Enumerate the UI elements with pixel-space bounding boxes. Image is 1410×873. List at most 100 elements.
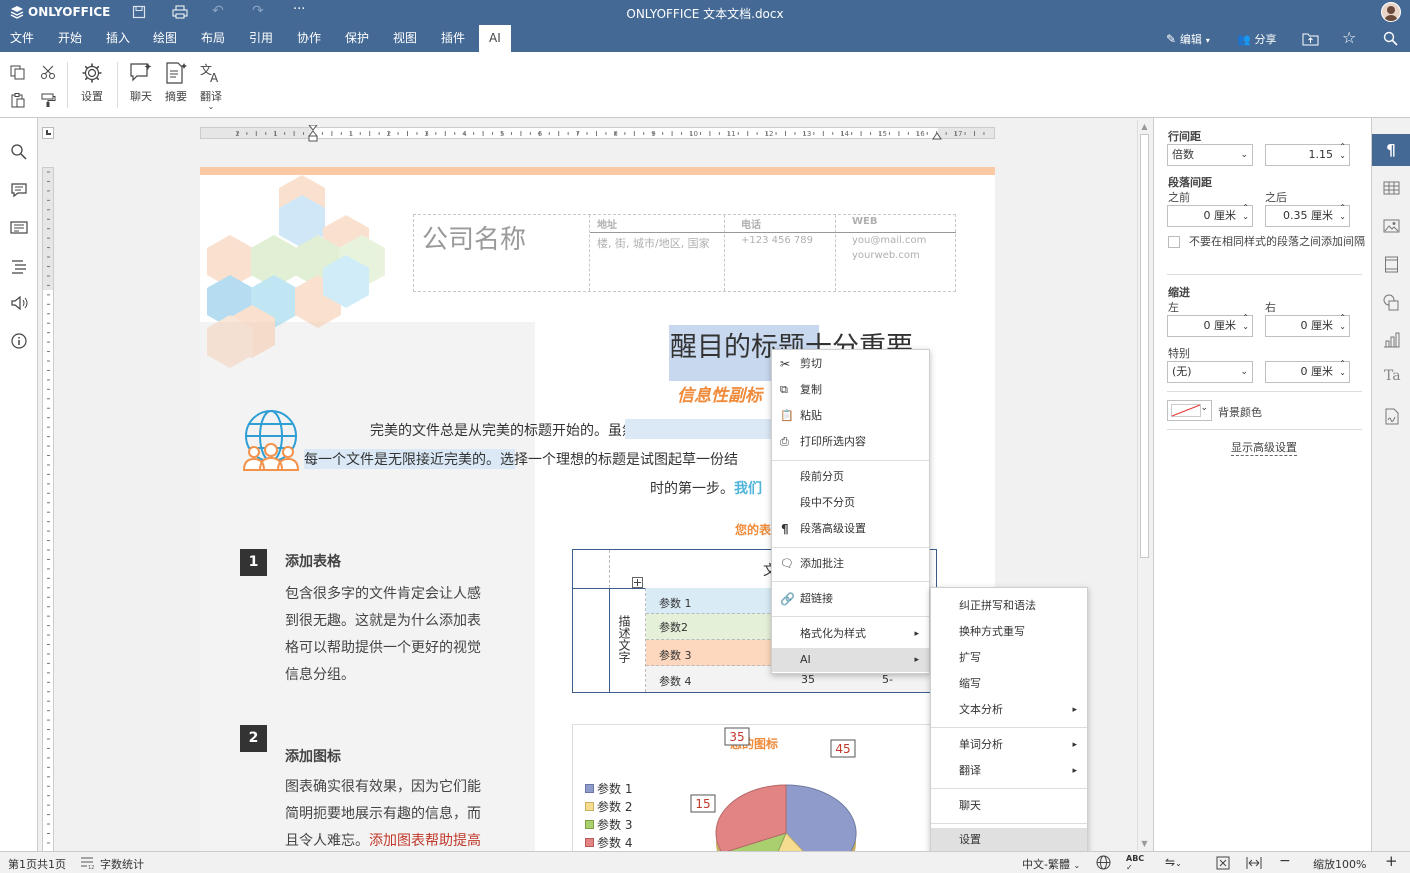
table-settings-icon[interactable]: [1383, 181, 1400, 196]
background-color-picker[interactable]: ⌄: [1167, 400, 1212, 421]
search-icon[interactable]: [1383, 31, 1398, 46]
ai-item-word-analysis[interactable]: 单词分析 ▸: [931, 733, 1087, 757]
chat-icon[interactable]: [9, 218, 29, 238]
ai-item-translate[interactable]: 翻译 ▸: [931, 759, 1087, 783]
summary-button[interactable]: 摘要: [161, 62, 191, 104]
ai-item-settings[interactable]: 设置: [931, 828, 1087, 852]
tab-layout[interactable]: 布局: [195, 25, 231, 52]
tab-stop-selector[interactable]: [42, 127, 54, 139]
indent-marker-icon[interactable]: [308, 125, 318, 142]
tab-plugins[interactable]: 插件: [435, 25, 471, 52]
settings-button[interactable]: 设置: [77, 62, 107, 104]
track-changes-icon[interactable]: ⇋⌄: [1165, 855, 1182, 869]
pie-slice[interactable]: [785, 784, 857, 851]
tab-collaborate[interactable]: 协作: [291, 25, 327, 52]
menu-item-paste[interactable]: 📋 粘贴: [772, 404, 929, 428]
section1-heading[interactable]: 添加表格: [285, 551, 341, 571]
tab-insert[interactable]: 插入: [100, 25, 136, 52]
language-select[interactable]: 中文-繁體 ⌄: [1022, 856, 1080, 872]
info-icon[interactable]: [9, 331, 29, 351]
vertical-ruler[interactable]: [42, 167, 54, 852]
paste-icon[interactable]: [10, 93, 26, 108]
line-spacing-value-input[interactable]: 1.15 ⌃ ⌄: [1265, 142, 1350, 166]
navigation-icon[interactable]: [9, 256, 29, 276]
menu-item-hyperlink[interactable]: 🔗 超链接: [772, 587, 929, 611]
tab-view[interactable]: 视图: [387, 25, 423, 52]
special-indent-input[interactable]: 0 厘米 ⌃ ⌄: [1265, 359, 1350, 383]
menu-item-format-as-style[interactable]: 格式化为样式 ▸: [772, 622, 929, 646]
ai-item-text-analysis[interactable]: 文本分析 ▸: [931, 698, 1087, 722]
ai-item-shorten[interactable]: 缩写: [931, 672, 1087, 696]
zoom-out-icon[interactable]: −: [1279, 853, 1291, 869]
special-indent-select[interactable]: (无) ⌄: [1167, 361, 1253, 383]
spinner-icon: ⌃ ⌄: [1242, 313, 1249, 331]
header-footer-settings-icon[interactable]: [1384, 256, 1399, 273]
ai-item-fix-spelling[interactable]: 纠正拼写和语法: [931, 594, 1087, 618]
menu-item-print-selection[interactable]: ⎙ 打印所选内容: [772, 430, 929, 454]
submenu-arrow-icon: ▸: [1072, 740, 1077, 750]
chart-settings-icon[interactable]: [1383, 332, 1400, 348]
cut-icon[interactable]: [40, 65, 56, 80]
horizontal-ruler[interactable]: 2 1 1 2 3 4 5 6 7 8 9 10 11 12 13 14 15 16 17: [200, 125, 995, 142]
menu-item-paragraph-advanced[interactable]: ¶ 段落高级设置: [772, 517, 929, 541]
document-subtitle[interactable]: 信息性副标: [677, 381, 762, 406]
share-button[interactable]: 👥 分享: [1237, 31, 1277, 47]
spell-check-icon[interactable]: ABC ✓: [1126, 854, 1144, 872]
page-count[interactable]: 第1页共1页: [8, 856, 66, 872]
no-space-same-style-checkbox[interactable]: [1168, 236, 1180, 248]
menu-item-cut[interactable]: ✂ 剪切: [772, 352, 929, 376]
menu-item-keep-lines-together[interactable]: 段中不分页: [772, 491, 929, 515]
edit-mode-button[interactable]: ✎ 编辑 ▾: [1166, 31, 1210, 47]
intro-paragraph-line3[interactable]: 时的第一步。我们: [650, 478, 762, 498]
spacing-after-input[interactable]: 0.35 厘米 ⌃ ⌄: [1265, 203, 1350, 227]
ai-item-expand[interactable]: 扩写: [931, 646, 1087, 670]
ai-item-rewrite[interactable]: 换种方式重写: [931, 620, 1087, 644]
speaker-icon[interactable]: [9, 293, 29, 313]
line-spacing-mode-select[interactable]: 倍数 ⌄: [1167, 144, 1253, 166]
text-art-settings-icon[interactable]: Ta: [1384, 368, 1401, 384]
tab-ai[interactable]: AI: [479, 25, 511, 52]
indent-right-input[interactable]: 0 厘米 ⌃ ⌄: [1265, 313, 1350, 337]
chat-button[interactable]: 聊天: [126, 62, 156, 104]
scroll-thumb[interactable]: [1140, 134, 1149, 558]
tab-draw[interactable]: 绘图: [147, 25, 183, 52]
fit-width-icon[interactable]: [1246, 856, 1262, 870]
menu-item-page-break-before[interactable]: 段前分页: [772, 465, 929, 489]
paragraph-settings-icon[interactable]: ¶: [1372, 134, 1410, 166]
user-avatar[interactable]: [1381, 2, 1401, 22]
shape-settings-icon[interactable]: [1383, 294, 1400, 311]
signature-settings-icon[interactable]: [1384, 408, 1399, 425]
tab-references[interactable]: 引用: [243, 25, 279, 52]
show-advanced-settings-link[interactable]: 显示高级设置: [1231, 439, 1297, 456]
word-count-button[interactable]: 字数统计: [100, 856, 144, 872]
indent-left-input[interactable]: 0 厘米 ⌃ ⌄: [1167, 313, 1253, 337]
tab-file[interactable]: 文件: [4, 25, 40, 52]
comments-icon[interactable]: [9, 180, 29, 200]
menu-item-add-comment[interactable]: 🗨 添加批注: [772, 552, 929, 576]
spacing-before-input[interactable]: 0 厘米 ⌃ ⌄: [1167, 203, 1253, 227]
search-icon[interactable]: [9, 142, 29, 162]
menu-item-copy[interactable]: ⧉ 复制: [772, 378, 929, 402]
tab-home[interactable]: 开始: [52, 25, 88, 52]
document-language-icon[interactable]: [1096, 855, 1111, 870]
ai-item-chat[interactable]: 聊天: [931, 794, 1087, 818]
scroll-down-icon[interactable]: ▼: [1138, 837, 1151, 850]
tab-protect[interactable]: 保护: [339, 25, 375, 52]
scroll-up-icon[interactable]: ▲: [1138, 120, 1151, 133]
open-location-icon[interactable]: [1302, 32, 1319, 46]
section2-body[interactable]: 图表确实很有效果，因为它们能 简明扼要地展示有趣的信息，而 且令人难忘。添加图表帮助…: [285, 774, 481, 851]
right-indent-marker-icon[interactable]: [932, 130, 942, 140]
copy-icon[interactable]: [10, 65, 26, 80]
section1-body[interactable]: 包含很多字的文件肯定会让人感 到很无趣。这就是为什么添加表 格可以帮助提供一个更好的…: [285, 581, 481, 689]
menu-item-ai[interactable]: AI ▸: [772, 648, 929, 672]
section2-heading[interactable]: 添加图标: [285, 746, 341, 766]
zoom-in-icon[interactable]: +: [1385, 852, 1398, 870]
table-move-handle-icon[interactable]: [632, 577, 643, 588]
pie-chart-frame[interactable]: 您的图标 参数 1 参数 2 参数 3 参数 4 45 15 35: [572, 724, 942, 851]
format-painter-icon[interactable]: [40, 93, 56, 108]
vertical-scrollbar[interactable]: ▲ ▼: [1137, 120, 1151, 850]
image-settings-icon[interactable]: [1383, 219, 1400, 234]
favorite-star-icon[interactable]: ☆: [1342, 28, 1356, 47]
fit-page-icon[interactable]: [1216, 856, 1230, 870]
translate-button[interactable]: 文A 翻译 ⌄: [196, 62, 226, 111]
